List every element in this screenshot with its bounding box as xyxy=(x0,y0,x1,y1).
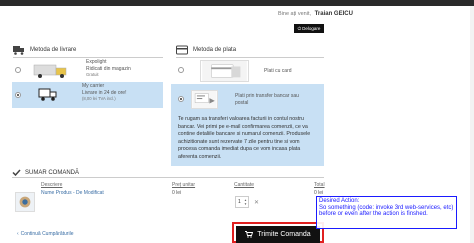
chevron-left-icon: ‹ xyxy=(17,231,19,237)
annotation-text: Desired Action: So something (code: invo… xyxy=(319,198,454,218)
checkmark-icon xyxy=(12,169,21,176)
user-name: Traian GEICU xyxy=(314,11,353,17)
quantity-input[interactable]: 1 ▲ ▼ xyxy=(235,196,249,208)
column-header-unit-price: Preț unitar xyxy=(172,182,196,188)
logout-button[interactable]: ⏻ Delogare xyxy=(294,24,324,33)
cart-icon xyxy=(245,231,254,238)
logout-icon: ⏻ xyxy=(297,26,302,31)
payment-option-transfer-radio[interactable] xyxy=(178,96,184,102)
summary-divider xyxy=(12,177,324,178)
shipping-option-expolight: Expolight Ridicati din magazin Gratuit xyxy=(86,59,131,79)
shipping-section-header: Metoda de livrare xyxy=(13,45,76,55)
payment-transfer-info: Te rugam sa transferi valoarea facturii … xyxy=(178,116,311,160)
bank-transfer-image xyxy=(191,90,218,109)
submit-order-label: Trimite Comanda xyxy=(257,231,311,238)
pickup-van-icon xyxy=(28,62,74,79)
continue-shopping-link[interactable]: ‹ Continuă Cumpărăturile xyxy=(17,231,73,237)
shipping-option-expolight-radio[interactable] xyxy=(15,67,21,73)
payment-option-transfer-row: Plati prin transfer bancar sau postal xyxy=(178,90,318,112)
payment-section-header: Metoda de plata xyxy=(176,45,236,55)
shipping-title: Metoda de livrare xyxy=(30,47,77,53)
continue-shopping-label: Continuă Cumpărăturile xyxy=(20,231,74,237)
shipping-option-mycarrier-radio[interactable] xyxy=(15,92,21,98)
column-header-description: Descriere xyxy=(41,182,63,188)
shipping-option-expolight-price: Gratuit xyxy=(86,72,99,77)
product-name-link[interactable]: Nume Produs - De Modificat xyxy=(41,190,104,197)
shipping-divider xyxy=(13,57,163,58)
welcome-text: Bine ați venit, xyxy=(278,11,312,17)
truck-icon xyxy=(13,46,24,55)
shipping-option-mycarrier-price: (8,00 lei TVA incl.) xyxy=(82,96,116,101)
column-header-total: Total xyxy=(314,182,325,188)
payment-option-card-radio[interactable] xyxy=(178,67,184,73)
delivery-truck-icon xyxy=(38,88,57,101)
column-header-quantity: Cantitate xyxy=(234,182,255,188)
logout-label: Delogare xyxy=(302,26,321,31)
payment-option-card-label: Plati cu card xyxy=(264,68,292,74)
quantity-value: 1 xyxy=(238,199,241,205)
shipping-option-mycarrier: My carrier Livrare in 24 de ore! (8,00 l… xyxy=(82,83,126,103)
payment-divider xyxy=(176,57,324,58)
submit-order-button[interactable]: Trimite Comanda xyxy=(236,226,320,243)
scrollbar[interactable] xyxy=(470,6,474,243)
desired-action-annotation: Desired Action: So something (code: invo… xyxy=(316,196,457,229)
payment-option-transfer-label: Plati prin transfer bancar sau postal xyxy=(235,93,299,106)
remove-item-icon[interactable]: ✕ xyxy=(254,199,259,206)
order-summary-title: SUMAR COMANDĂ xyxy=(25,169,80,176)
payment-option-transfer-selected[interactable]: Plati prin transfer bancar sau postal Te… xyxy=(171,84,324,166)
product-unit-price: 0 lei xyxy=(172,190,182,196)
product-thumbnail[interactable] xyxy=(15,192,35,212)
welcome-message: Bine ați venit, Traian GEICU xyxy=(278,11,353,17)
credit-card-icon xyxy=(176,45,188,55)
card-payment-image xyxy=(200,60,249,82)
top-bar xyxy=(0,0,474,6)
quantity-stepper-icon[interactable]: ▲ ▼ xyxy=(244,198,247,206)
order-summary-header: SUMAR COMANDĂ xyxy=(12,169,79,176)
payment-title: Metoda de plata xyxy=(193,47,237,53)
